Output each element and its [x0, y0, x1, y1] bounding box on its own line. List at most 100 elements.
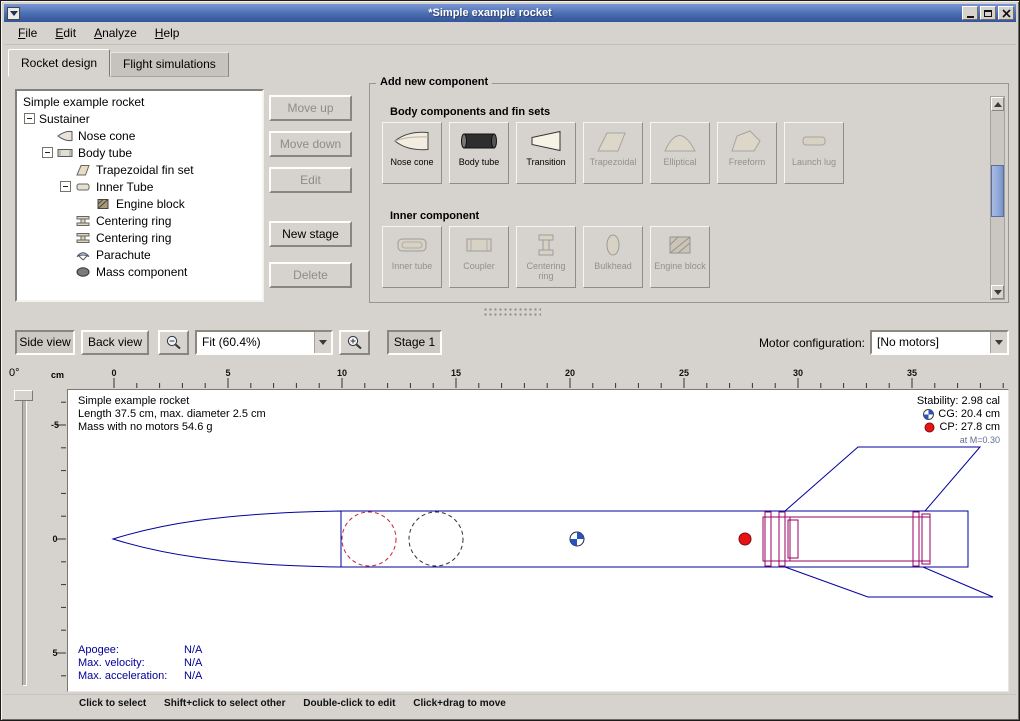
hint-double-click: Double-click to edit: [303, 698, 395, 709]
window-title: *Simple example rocket: [20, 7, 960, 19]
maximize-button[interactable]: [980, 6, 996, 20]
titlebar: *Simple example rocket: [4, 4, 1016, 22]
tree-item-inner-tube[interactable]: Inner Tube: [17, 178, 262, 195]
motor-configuration-label: Motor configuration:: [701, 336, 865, 350]
add-bulkhead-button[interactable]: Bulkhead: [583, 226, 643, 288]
stage-1-button[interactable]: Stage 1: [387, 330, 442, 355]
splitter-handle[interactable]: [483, 307, 541, 316]
tree-label: Simple example rocket: [23, 95, 144, 109]
window-icon[interactable]: [7, 7, 20, 20]
body-tube-icon: [460, 125, 498, 157]
rocket-name: Simple example rocket: [78, 395, 266, 408]
tree-item-fin-set[interactable]: Trapezoidal fin set: [17, 161, 262, 178]
tree-label: Trapezoidal fin set: [96, 163, 194, 177]
zoom-in-button[interactable]: [339, 330, 370, 355]
rotation-slider-handle[interactable]: [14, 390, 33, 401]
tree-label: Engine block: [116, 197, 185, 211]
tree-item-engine-block[interactable]: Engine block: [17, 195, 262, 212]
menu-help[interactable]: Help: [146, 23, 189, 43]
component-tree: Simple example rocket Sustainer Nose con…: [15, 89, 264, 302]
tab-rocket-design[interactable]: Rocket design: [8, 49, 110, 77]
cg-icon: [923, 409, 934, 420]
nose-cone-icon: [57, 130, 73, 142]
add-component-panel: Add new component Body components and fi…: [369, 83, 1009, 303]
svg-text:35: 35: [907, 368, 917, 378]
side-view-button[interactable]: Side view: [15, 330, 75, 355]
menu-analyze[interactable]: Analyze: [85, 23, 146, 43]
stability-value: Stability: 2.98 cal: [917, 395, 1000, 408]
add-trapezoidal-button[interactable]: Trapezoidal: [583, 122, 643, 184]
max-velocity-label: Max. velocity:: [78, 657, 184, 670]
menu-edit[interactable]: Edit: [46, 23, 85, 43]
tree-item-mass-component[interactable]: Mass component: [17, 263, 262, 280]
tab-flight-simulations[interactable]: Flight simulations: [110, 52, 229, 77]
add-transition-button[interactable]: Transition: [516, 122, 576, 184]
zoom-select[interactable]: Fit (60.4%): [195, 330, 333, 355]
elliptical-fin-icon: [661, 125, 699, 157]
tree-expander[interactable]: [24, 113, 35, 124]
coupler-icon: [460, 229, 498, 261]
move-up-button[interactable]: Move up: [269, 95, 352, 121]
add-centering-ring-button[interactable]: Centering ring: [516, 226, 576, 288]
motor-configuration-value: [No motors]: [872, 332, 990, 353]
menu-file[interactable]: File: [9, 23, 46, 43]
combo-arrow-button[interactable]: [314, 332, 331, 353]
zoom-out-icon: [165, 334, 183, 351]
svg-text:0: 0: [52, 534, 57, 544]
centering-ring-icon: [75, 232, 91, 244]
rotation-angle-label: 0°: [9, 367, 20, 379]
zoom-out-button[interactable]: [158, 330, 189, 355]
combo-arrow-button[interactable]: [990, 332, 1007, 353]
inner-components-row: Inner tube Coupler Centering ring Bulkhe…: [382, 226, 710, 288]
cp-marker: [739, 533, 751, 545]
tree-item-parachute[interactable]: Parachute: [17, 246, 262, 263]
tree-expander[interactable]: [42, 147, 53, 158]
new-stage-button[interactable]: New stage: [269, 221, 352, 247]
bulkhead-icon: [594, 229, 632, 261]
status-divider: [4, 694, 1016, 695]
arrow-down-icon: [994, 290, 1002, 295]
app-window: *Simple example rocket File Edit Analyze…: [0, 0, 1020, 721]
hint-click-drag: Click+drag to move: [413, 698, 506, 709]
move-down-button[interactable]: Move down: [269, 131, 352, 157]
scroll-down-arrow[interactable]: [991, 285, 1004, 299]
mass-component-outline: [409, 512, 463, 566]
add-inner-tube-button[interactable]: Inner tube: [382, 226, 442, 288]
tab-bar: Rocket design Flight simulations: [8, 48, 229, 77]
tree-item-centering-ring[interactable]: Centering ring: [17, 229, 262, 246]
add-engine-block-button[interactable]: Engine block: [650, 226, 710, 288]
maximize-icon: [984, 10, 992, 17]
delete-button[interactable]: Delete: [269, 262, 352, 288]
add-coupler-button[interactable]: Coupler: [449, 226, 509, 288]
add-body-tube-button[interactable]: Body tube: [449, 122, 509, 184]
component-panel-scrollbar[interactable]: [990, 96, 1005, 300]
close-button[interactable]: [998, 6, 1014, 20]
scrollbar-thumb[interactable]: [991, 165, 1004, 217]
tree-expander[interactable]: [60, 181, 71, 192]
hint-click-select: Click to select: [79, 698, 146, 709]
tree-item-nose-cone[interactable]: Nose cone: [17, 127, 262, 144]
back-view-button[interactable]: Back view: [81, 330, 149, 355]
tree-item-body-tube[interactable]: Body tube: [17, 144, 262, 161]
centering-ring-icon: [75, 215, 91, 227]
svg-text:25: 25: [679, 368, 689, 378]
motor-configuration-select[interactable]: [No motors]: [870, 330, 1009, 355]
minimize-icon: [967, 16, 974, 18]
edit-button[interactable]: Edit: [269, 167, 352, 193]
minimize-button[interactable]: [962, 6, 978, 20]
add-elliptical-button[interactable]: Elliptical: [650, 122, 710, 184]
add-launch-lug-button[interactable]: Launch lug: [784, 122, 844, 184]
zoom-value: Fit (60.4%): [197, 332, 314, 353]
design-canvas[interactable]: Simple example rocket Length 37.5 cm, ma…: [67, 389, 1009, 692]
svg-text:-5: -5: [51, 420, 59, 430]
tree-item-rocket[interactable]: Simple example rocket: [17, 93, 262, 110]
rocket-dimensions: Length 37.5 cm, max. diameter 2.5 cm: [78, 408, 266, 421]
add-nose-cone-button[interactable]: Nose cone: [382, 122, 442, 184]
rotation-slider-track[interactable]: [22, 393, 27, 686]
tree-item-centering-ring[interactable]: Centering ring: [17, 212, 262, 229]
chevron-down-icon: [319, 340, 327, 345]
cg-marker: [570, 532, 584, 546]
add-freeform-button[interactable]: Freeform: [717, 122, 777, 184]
tree-item-sustainer[interactable]: Sustainer: [17, 110, 262, 127]
scroll-up-arrow[interactable]: [991, 97, 1004, 111]
